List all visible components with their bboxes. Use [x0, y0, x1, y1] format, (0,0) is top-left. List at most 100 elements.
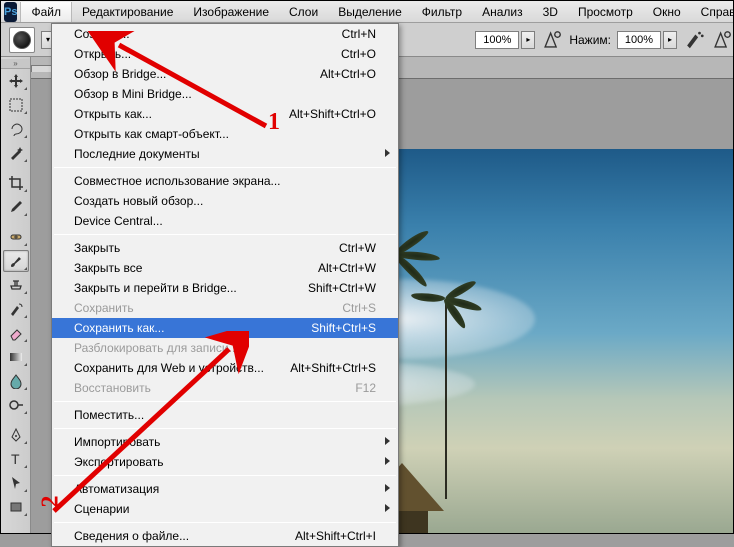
menubar-item-просмотр[interactable]: Просмотр — [568, 2, 643, 22]
menu-item-label: Сохранить — [74, 301, 134, 315]
menu-item[interactable]: Импортировать — [52, 432, 398, 452]
menu-item[interactable]: Закрыть все Alt+Ctrl+W — [52, 258, 398, 278]
menu-item-shortcut: Ctrl+S — [342, 301, 376, 315]
menu-separator — [54, 475, 396, 476]
rectangle-tool[interactable] — [3, 496, 29, 518]
menubar-item-анализ[interactable]: Анализ — [472, 2, 533, 22]
pen-tool[interactable] — [3, 424, 29, 446]
menu-item-label: Закрыть — [74, 241, 120, 255]
menu-item-label: Автоматизация — [74, 482, 159, 496]
move-tool[interactable] — [3, 70, 29, 92]
healing-brush-tool[interactable] — [3, 226, 29, 248]
menubar-item-редактирование[interactable]: Редактирование — [72, 2, 183, 22]
magic-wand-tool[interactable] — [3, 142, 29, 164]
menu-item-label: Открыть как смарт-объект... — [74, 127, 229, 141]
menu-item-label: Экспортировать — [74, 455, 164, 469]
menu-item-label: Сохранить как... — [74, 321, 164, 335]
menubar-item-фильтр[interactable]: Фильтр — [412, 2, 472, 22]
menu-item[interactable]: Экспортировать — [52, 452, 398, 472]
menu-item[interactable]: Обзор в Bridge... Alt+Ctrl+O — [52, 64, 398, 84]
clone-stamp-tool[interactable] — [3, 274, 29, 296]
menu-item: Разблокировать для записи... — [52, 338, 398, 358]
toolbar-collapse-handle[interactable]: » — [1, 59, 30, 69]
crop-tool[interactable] — [3, 172, 29, 194]
menu-item-shortcut: Ctrl+N — [342, 27, 376, 41]
lasso-tool[interactable] — [3, 118, 29, 140]
path-selection-tool[interactable] — [3, 472, 29, 494]
menubar-item-3d[interactable]: 3D — [533, 2, 568, 22]
menu-item[interactable]: Обзор в Mini Bridge... — [52, 84, 398, 104]
menu-item-shortcut: Alt+Shift+Ctrl+I — [295, 529, 376, 543]
submenu-arrow-icon — [385, 504, 390, 512]
menu-item[interactable]: Закрыть и перейти в Bridge...Shift+Ctrl+… — [52, 278, 398, 298]
menu-item-label: Последние документы — [74, 147, 200, 161]
submenu-arrow-icon — [385, 457, 390, 465]
brush-tool[interactable] — [3, 250, 29, 272]
menu-item[interactable]: Автоматизация — [52, 479, 398, 499]
tablet-pressure-size-icon[interactable] — [711, 29, 733, 51]
type-tool[interactable]: T — [3, 448, 29, 470]
marquee-tool[interactable] — [3, 94, 29, 116]
dodge-tool[interactable] — [3, 394, 29, 416]
tools-panel: » T — [1, 57, 31, 533]
gradient-tool[interactable] — [3, 346, 29, 368]
menu-item[interactable]: Сведения о файле... Alt+Shift+Ctrl+I — [52, 526, 398, 546]
menu-item-label: Сценарии — [74, 502, 129, 516]
menu-item[interactable]: Поместить... — [52, 405, 398, 425]
menu-item-label: Совместное использование экрана... — [74, 174, 281, 188]
flow-label: Нажим: — [569, 33, 611, 47]
brush-preset-swatch[interactable] — [9, 27, 35, 53]
menu-item[interactable]: Открыть...Ctrl+O — [52, 44, 398, 64]
menu-item-shortcut: Ctrl+W — [339, 241, 376, 255]
menubar-item-справк[interactable]: Справк — [691, 2, 734, 22]
opacity-field[interactable]: 100% — [475, 31, 519, 49]
menu-item-label: Сведения о файле... — [74, 529, 189, 543]
menu-separator — [54, 234, 396, 235]
menubar: Ps ФайлРедактированиеИзображениеСлоиВыде… — [1, 1, 733, 23]
menu-item-label: Закрыть и перейти в Bridge... — [74, 281, 237, 295]
menu-item-label: Закрыть все — [74, 261, 142, 275]
submenu-arrow-icon — [385, 149, 390, 157]
menu-item-label: Поместить... — [74, 408, 144, 422]
menu-separator — [54, 167, 396, 168]
tablet-pressure-opacity-icon[interactable] — [541, 29, 563, 51]
menu-separator — [54, 522, 396, 523]
menu-separator — [54, 401, 396, 402]
history-brush-tool[interactable] — [3, 298, 29, 320]
menu-item[interactable]: Открыть как смарт-объект... — [52, 124, 398, 144]
menu-item[interactable]: Device Central... — [52, 211, 398, 231]
menu-item[interactable]: Закрыть Ctrl+W — [52, 238, 398, 258]
file-menu-dropdown: Создать...Ctrl+NОткрыть...Ctrl+OОбзор в … — [51, 23, 399, 547]
menu-item-label: Обзор в Bridge... — [74, 67, 166, 81]
menu-item-label: Создать новый обзор... — [74, 194, 203, 208]
menu-item[interactable]: Создать новый обзор... — [52, 191, 398, 211]
menu-item-label: Device Central... — [74, 214, 163, 228]
svg-text:T: T — [11, 451, 20, 467]
flow-dropdown[interactable]: ▸ — [663, 31, 677, 49]
menu-item-shortcut: F12 — [355, 381, 376, 395]
menu-item-label: Открыть как... — [74, 107, 152, 121]
menu-item[interactable]: Сценарии — [52, 499, 398, 519]
eraser-tool[interactable] — [3, 322, 29, 344]
menu-item-shortcut: Alt+Shift+Ctrl+O — [289, 107, 376, 121]
menu-item[interactable]: Сохранить как...Shift+Ctrl+S — [52, 318, 398, 338]
menu-item-shortcut: Alt+Ctrl+O — [320, 67, 376, 81]
opacity-dropdown[interactable]: ▸ — [521, 31, 535, 49]
flow-field[interactable]: 100% — [617, 31, 661, 49]
menu-item[interactable]: Создать...Ctrl+N — [52, 24, 398, 44]
menubar-item-выделение[interactable]: Выделение — [328, 2, 412, 22]
menu-item[interactable]: Последние документы — [52, 144, 398, 164]
menubar-item-слои[interactable]: Слои — [279, 2, 328, 22]
menubar-item-изображение[interactable]: Изображение — [183, 2, 279, 22]
menu-item[interactable]: Открыть как... Alt+Shift+Ctrl+O — [52, 104, 398, 124]
menubar-item-окно[interactable]: Окно — [643, 2, 691, 22]
submenu-arrow-icon — [385, 437, 390, 445]
blur-tool[interactable] — [3, 370, 29, 392]
eyedropper-tool[interactable] — [3, 196, 29, 218]
menu-item[interactable]: Совместное использование экрана... — [52, 171, 398, 191]
menu-item-shortcut: Ctrl+O — [341, 47, 376, 61]
menu-item[interactable]: Сохранить для Web и устройств...Alt+Shif… — [52, 358, 398, 378]
airbrush-icon[interactable] — [683, 29, 705, 51]
menu-item-shortcut: Alt+Ctrl+W — [318, 261, 376, 275]
menubar-item-файл[interactable]: Файл — [20, 2, 72, 22]
